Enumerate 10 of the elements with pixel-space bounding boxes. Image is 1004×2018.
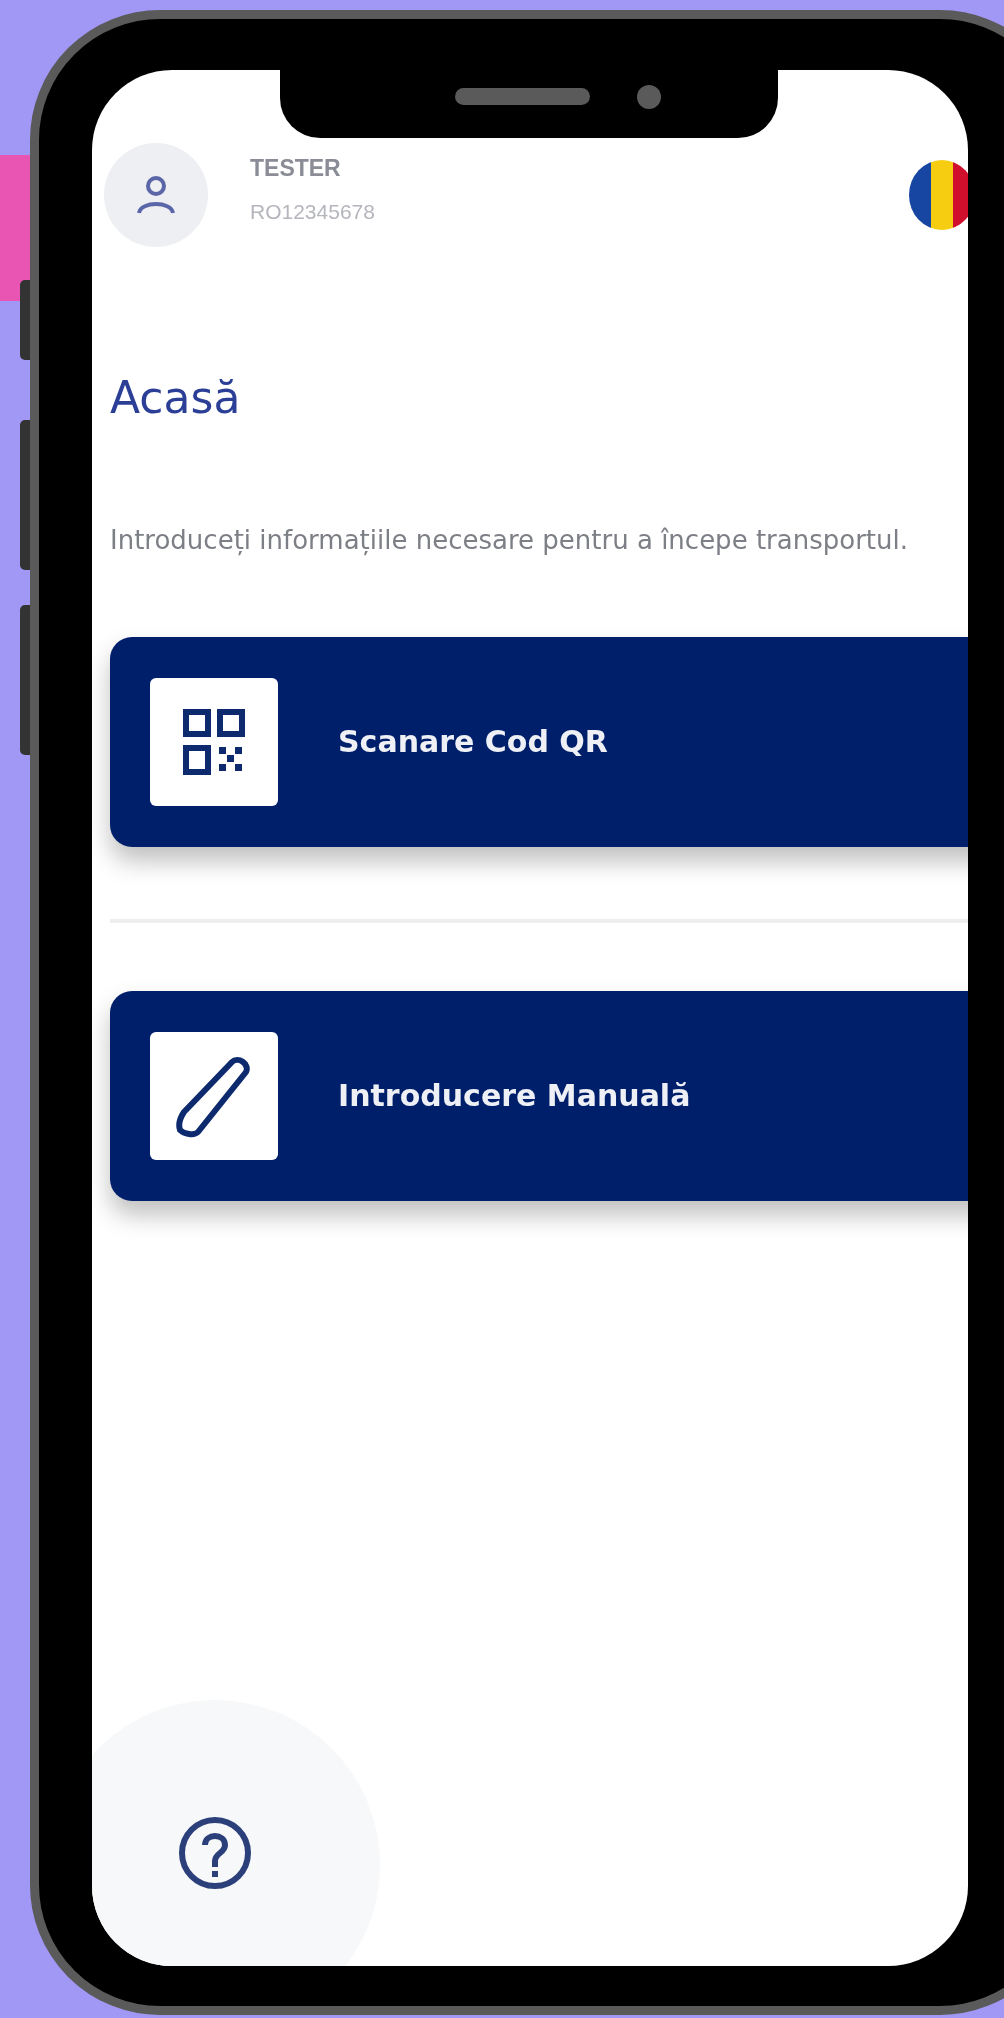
page-title: Acasă [110,372,242,425]
action-button[interactable]: Introducere Manuală [110,990,968,1201]
flag-icon[interactable] [909,160,968,230]
page-description: Introduceți informațiile necesare pentru a începe transportul. [110,523,909,558]
qr-code-icon [183,708,245,775]
user-name: TESTER [250,154,342,182]
action-button[interactable]: Scanare Cod QR [110,636,968,847]
user-id: RO12345678 [250,199,375,224]
help-icon [177,1815,253,1891]
camera-dot [637,85,661,109]
